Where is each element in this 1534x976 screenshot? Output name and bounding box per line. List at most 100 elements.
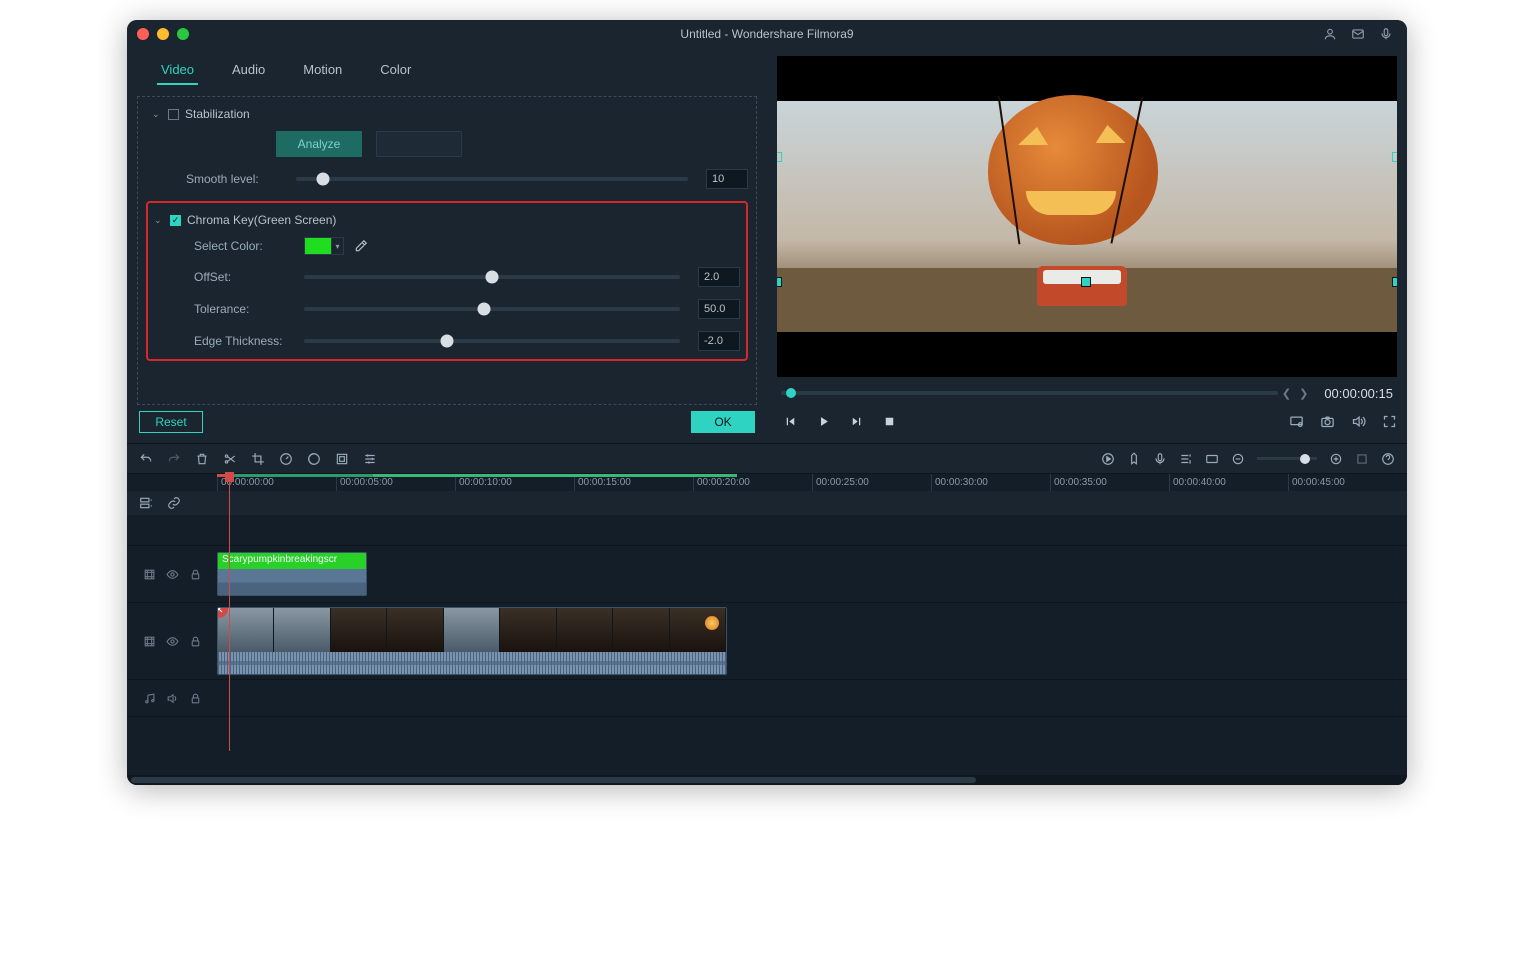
select-color-label: Select Color: [194,239,304,253]
horizontal-scrollbar[interactable] [127,775,1407,785]
mixer-icon[interactable] [1179,452,1193,466]
render-icon[interactable] [1101,452,1115,466]
offset-value[interactable]: 2.0 [698,267,740,287]
tab-video[interactable]: Video [157,56,198,85]
preview-scrubber[interactable] [781,391,1278,395]
maximize-window-button[interactable] [177,28,189,40]
ok-button[interactable]: OK [691,411,755,433]
color-dropdown[interactable]: ▾ [332,237,344,255]
split-icon[interactable] [223,452,237,466]
property-tabs: Video Audio Motion Color [137,56,757,90]
tolerance-value[interactable]: 50.0 [698,299,740,319]
chevron-down-icon[interactable]: ⌄ [152,109,162,120]
message-icon[interactable] [1351,27,1365,41]
lock-icon[interactable] [189,635,202,648]
crop-icon[interactable] [251,452,265,466]
timeline-toolbar [127,443,1407,473]
eyedropper-icon[interactable] [354,239,368,253]
display-settings-icon[interactable] [1289,414,1304,429]
zoom-in-icon[interactable] [1329,452,1343,466]
chroma-key-highlighted-section: ⌄ Chroma Key(Green Screen) Select Color:… [146,201,748,361]
smooth-level-slider[interactable] [296,177,688,181]
edge-thickness-slider[interactable] [304,339,680,343]
step-forward-icon[interactable] [849,414,864,429]
mic-icon[interactable] [1379,27,1393,41]
video-track-2: Scarypumpkinbreakingscr [127,546,1407,602]
analyze-secondary-button[interactable] [376,131,462,157]
filmstrip-icon [143,568,156,581]
link-icon[interactable] [167,496,181,510]
redo-icon[interactable] [167,452,181,466]
timeline-tracks: Scarypumpkinbreakingscr ✕ [127,515,1407,775]
zoom-out-icon[interactable] [1231,452,1245,466]
stop-icon[interactable] [882,414,897,429]
analyze-button[interactable]: Analyze [276,131,362,157]
reset-button[interactable]: Reset [139,411,203,433]
music-icon [143,692,156,705]
fullscreen-icon[interactable] [1382,414,1397,429]
zoom-fit-icon[interactable] [1355,452,1369,466]
clip-pumpkin[interactable]: Scarypumpkinbreakingscr [217,552,367,596]
next-marker-icon[interactable]: ❯ [1299,387,1308,400]
titlebar: Untitled - Wondershare Filmora9 [127,20,1407,48]
color-swatch[interactable] [304,237,332,255]
aspect-icon[interactable] [1205,452,1219,466]
track-manage-bar [127,491,1407,515]
undo-icon[interactable] [139,452,153,466]
offset-label: OffSet: [194,270,304,284]
clip-main-video[interactable]: ✕ [217,607,727,675]
app-window: Untitled - Wondershare Filmora9 Video Au… [127,20,1407,785]
record-vo-icon[interactable] [1153,452,1167,466]
account-icon[interactable] [1323,27,1337,41]
minimize-window-button[interactable] [157,28,169,40]
stabilization-checkbox[interactable] [168,109,179,120]
tab-motion[interactable]: Motion [299,56,346,85]
volume-icon[interactable] [1351,414,1366,429]
resize-handle[interactable] [1081,277,1091,287]
close-window-button[interactable] [137,28,149,40]
ruler-tick: 00:00:40:00 [1169,474,1288,491]
chevron-down-icon[interactable]: ⌄ [154,215,164,226]
edge-thickness-label: Edge Thickness: [194,334,304,348]
prev-marker-icon[interactable]: ❮ [1282,387,1291,400]
help-icon[interactable] [1381,452,1395,466]
visibility-icon[interactable] [166,635,179,648]
edge-thickness-value[interactable]: -2.0 [698,331,740,351]
preview-viewport[interactable] [777,56,1397,377]
snapshot-icon[interactable] [1320,414,1335,429]
ruler-tick: 00:00:35:00 [1050,474,1169,491]
color-icon[interactable] [307,452,321,466]
resize-handle[interactable] [1392,277,1397,287]
manage-tracks-icon[interactable] [139,496,153,510]
marker-icon[interactable] [1127,452,1141,466]
step-back-icon[interactable] [783,414,798,429]
filmstrip-icon [143,635,156,648]
speed-icon[interactable] [279,452,293,466]
resize-handle[interactable] [1392,152,1397,162]
stabilization-label: Stabilization [185,107,250,121]
lock-icon[interactable] [189,568,202,581]
tab-color[interactable]: Color [376,56,415,85]
green-screen-icon[interactable] [335,452,349,466]
lock-icon[interactable] [189,692,202,705]
resize-handle[interactable] [777,152,782,162]
tolerance-slider[interactable] [304,307,680,311]
offset-slider[interactable] [304,275,680,279]
tolerance-label: Tolerance: [194,302,304,316]
tab-audio[interactable]: Audio [228,56,269,85]
window-title: Untitled - Wondershare Filmora9 [680,27,853,41]
mute-icon[interactable] [166,692,179,705]
play-icon[interactable] [816,414,831,429]
smooth-level-value[interactable]: 10 [706,169,748,189]
video-track-1: ✕ [127,603,1407,679]
delete-icon[interactable] [195,452,209,466]
playhead[interactable] [229,474,230,751]
chroma-key-checkbox[interactable] [170,215,181,226]
visibility-icon[interactable] [166,568,179,581]
timeline-ruler[interactable]: 00:00:00:00 00:00:05:00 00:00:10:00 00:0… [127,473,1407,491]
ruler-tick: 00:00:30:00 [931,474,1050,491]
zoom-slider[interactable] [1257,457,1317,460]
adjust-icon[interactable] [363,452,377,466]
resize-handle[interactable] [777,277,782,287]
chroma-key-label: Chroma Key(Green Screen) [187,213,336,227]
